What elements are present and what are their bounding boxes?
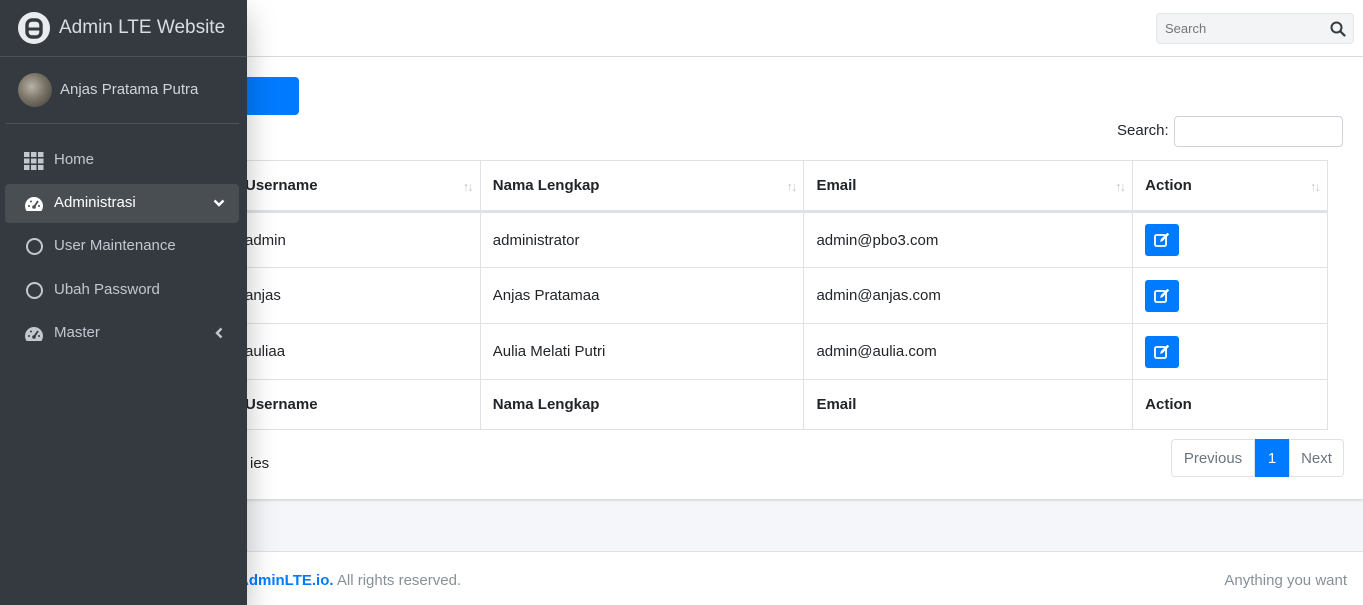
sidebar-item-label: Administrasi — [54, 194, 136, 211]
edit-button[interactable] — [1145, 335, 1180, 368]
table-row: anjas Anjas Pratamaa admin@anjas.com — [168, 267, 1328, 324]
sidebar-item-label: Ubah Password — [54, 281, 160, 298]
sidebar-item-user-maintenance[interactable]: User Maintenance — [5, 227, 239, 266]
sidebar-item-master[interactable]: Master — [5, 314, 239, 353]
cell-email: admin@anjas.com — [803, 267, 1134, 324]
sidebar-item-home[interactable]: Home — [5, 141, 239, 180]
chevron-left-icon — [215, 327, 223, 339]
sort-icon: ↑↓ — [1115, 179, 1126, 194]
table-footer-row: Username Nama Lengkap Email Action — [168, 379, 1328, 430]
pagination-next[interactable]: Next — [1289, 439, 1344, 477]
main-sidebar: Admin LTE Website Anjas Pratama Putra Ho… — [0, 0, 247, 605]
cell-email: admin@aulia.com — [803, 323, 1134, 380]
table-info: ies — [250, 455, 270, 472]
pagination-previous[interactable]: Previous — [1171, 439, 1255, 477]
brand-logo — [18, 12, 50, 44]
cell-action — [1132, 323, 1328, 380]
sidebar-item-label: Master — [54, 324, 100, 341]
users-table: Username ↑↓ Nama Lengkap ↑↓ Email ↑↓ Action… — [168, 160, 1328, 430]
avatar — [18, 73, 52, 107]
cell-nama: Aulia Melati Putri — [479, 323, 805, 380]
cell-nama: administrator — [479, 211, 805, 268]
cell-action — [1132, 211, 1328, 268]
header-nama[interactable]: Nama Lengkap ↑↓ — [479, 160, 805, 213]
navbar-search — [1156, 13, 1354, 44]
sidebar-item-label: User Maintenance — [54, 237, 176, 254]
header-email[interactable]: Email ↑↓ — [803, 160, 1134, 213]
edit-button[interactable] — [1145, 224, 1180, 256]
dashboard-icon — [24, 197, 44, 211]
navbar-search-input[interactable] — [1157, 14, 1325, 43]
header-action-label: Action — [1145, 177, 1192, 194]
cell-action — [1132, 267, 1328, 324]
edit-button[interactable] — [1145, 279, 1180, 312]
footer-right-text: Anything you want — [1224, 572, 1347, 589]
sidebar-item-ubah-password[interactable]: Ubah Password — [5, 271, 239, 310]
edit-icon — [1154, 288, 1170, 303]
edit-icon — [1154, 232, 1170, 247]
sidebar-item-label: Home — [54, 151, 95, 168]
header-username-label: Username — [245, 177, 318, 194]
table-search-input[interactable] — [1174, 116, 1343, 147]
edit-icon — [1154, 344, 1170, 359]
sort-icon: ↑↓ — [786, 179, 797, 194]
footer-action: Action — [1132, 379, 1328, 430]
sidebar-item-administrasi[interactable]: Administrasi — [5, 184, 239, 223]
footer-nama: Nama Lengkap — [479, 379, 805, 430]
pagination-page-1[interactable]: 1 — [1255, 439, 1289, 477]
pagination: Previous 1 Next — [1171, 439, 1344, 477]
table-search-label: Search: — [1117, 122, 1169, 139]
table-row: admin administrator admin@pbo3.com — [168, 211, 1328, 268]
header-nama-label: Nama Lengkap — [492, 177, 600, 194]
table-row: auliaa Aulia Melati Putri admin@aulia.co… — [168, 323, 1328, 380]
brand-link[interactable]: Admin LTE Website — [0, 0, 247, 57]
search-icon[interactable] — [1330, 21, 1346, 37]
chevron-down-icon — [213, 199, 225, 207]
cell-email: admin@pbo3.com — [803, 211, 1134, 268]
footer-email: Email — [803, 379, 1134, 430]
user-name[interactable]: Anjas Pratama Putra — [60, 81, 198, 98]
header-email-label: Email — [816, 177, 857, 194]
sort-icon: ↑↓ — [1310, 179, 1321, 194]
footer-brand-link[interactable]: AdminLTE.io. — [238, 572, 334, 589]
circle-icon — [26, 282, 43, 299]
footer-rights: All rights reserved. — [333, 572, 462, 589]
footer-copyright: AdminLTE.io. All rights reserved. — [238, 572, 461, 589]
dashboard-icon — [24, 327, 44, 341]
circle-icon — [26, 238, 43, 255]
cell-nama: Anjas Pratamaa — [479, 267, 805, 324]
user-panel[interactable]: Anjas Pratama Putra — [6, 57, 239, 124]
brand-name: Admin LTE Website — [59, 17, 226, 38]
header-action[interactable]: Action ↑↓ — [1132, 160, 1328, 213]
grid-icon — [24, 152, 44, 170]
sort-icon: ↑↓ — [462, 179, 474, 194]
